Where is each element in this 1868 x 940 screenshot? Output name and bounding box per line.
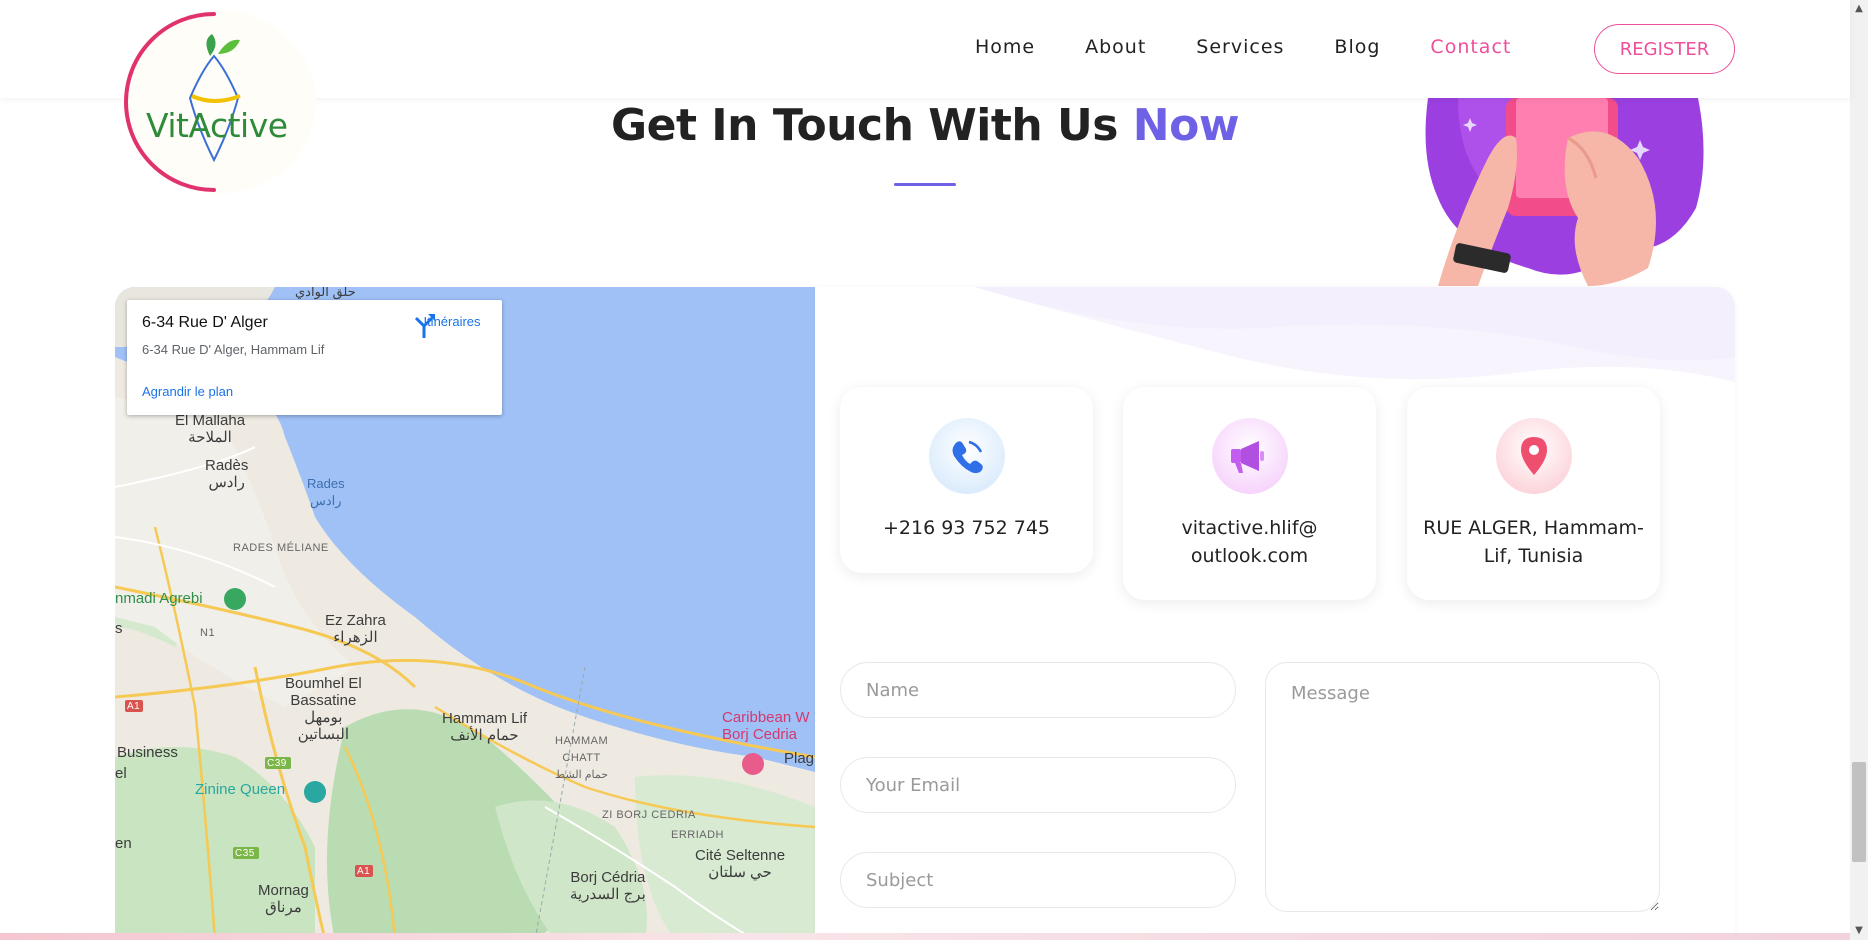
scroll-thumb[interactable] xyxy=(1852,762,1866,862)
panel-wave-decoration xyxy=(815,287,1735,382)
map-label-erriadh: ERRIADH xyxy=(671,829,725,841)
contact-card-phone: +216 93 752 745 xyxy=(840,387,1093,573)
map-label-hammadi-agrebi: nmadi Agrebi xyxy=(115,590,203,607)
contact-panel: +216 93 752 745 vitactive.hlif@ outlook.… xyxy=(815,287,1735,940)
contact-card-email: vitactive.hlif@ outlook.com xyxy=(1123,387,1376,600)
map-label-borj-cedria: Borj Cédria برج السدرية xyxy=(570,869,646,903)
map-label-left-s: s xyxy=(115,620,123,637)
nav-contact[interactable]: Contact xyxy=(1430,36,1511,58)
map-road-c39: C39 xyxy=(267,758,287,769)
map-road-a1: A1 xyxy=(127,701,141,712)
map-info-card: 6-34 Rue D' Alger 6-34 Rue D' Alger, Ham… xyxy=(127,300,502,415)
map-label-top-ar: حلق الوادي xyxy=(295,287,356,299)
map-road-c35: C35 xyxy=(235,848,255,859)
contact-address-text: RUE ALGER, Hammam-Lif, Tunisia xyxy=(1423,517,1644,567)
map-label-rades-meliane: RADES MÉLIANE xyxy=(233,542,329,554)
nav-home[interactable]: Home xyxy=(975,36,1035,58)
phone-hand-illustration xyxy=(1418,98,1708,286)
contact-email-text: vitactive.hlif@ outlook.com xyxy=(1181,517,1318,567)
phone-icon xyxy=(928,418,1005,494)
scroll-down-arrow[interactable]: ▼ xyxy=(1850,922,1868,940)
name-field[interactable] xyxy=(840,662,1236,718)
subject-field[interactable] xyxy=(840,852,1236,908)
message-field[interactable] xyxy=(1265,662,1660,912)
map-label-zi-borj-cedria: ZI BORJ CEDRIA xyxy=(602,809,696,821)
title-underline xyxy=(894,183,956,186)
map-label-left-el: el xyxy=(115,765,127,782)
enlarge-map-link[interactable]: Agrandir le plan xyxy=(142,384,233,399)
directions-icon xyxy=(414,314,435,338)
main-nav: Home About Services Blog Contact xyxy=(975,36,1561,58)
logo-ring-graphic xyxy=(124,12,241,192)
map-label-business: Business xyxy=(117,744,178,761)
contact-phone-text: +216 93 752 745 xyxy=(882,517,1050,539)
page-scrollbar[interactable]: ▲ ▼ xyxy=(1850,0,1868,940)
map-place-address: 6-34 Rue D' Alger, Hammam Lif xyxy=(142,342,325,357)
title-accent: Now xyxy=(1132,100,1240,151)
map-label-caribbean-world: Caribbean W Borj Cedria xyxy=(722,709,810,743)
email-field[interactable] xyxy=(840,757,1236,813)
logo-text: VitActive xyxy=(146,106,288,145)
map-label-hammam-chatt: HAMMAM CHATT حمام الشط xyxy=(555,735,609,781)
directions-button[interactable]: Itinéraires xyxy=(412,312,492,338)
megaphone-icon xyxy=(1211,418,1288,494)
map-label-mornag: Mornag مرناق xyxy=(258,882,309,916)
site-logo[interactable]: VitActive xyxy=(122,10,316,194)
map-label-el-mallaha: El Mallaha الملاحة xyxy=(175,412,246,446)
map-label-left-en: en xyxy=(115,835,132,852)
map-label-zinine-queen: Zinine Queen xyxy=(195,781,286,798)
nav-blog[interactable]: Blog xyxy=(1334,36,1380,58)
scroll-up-arrow[interactable]: ▲ xyxy=(1850,0,1868,18)
map-label-ez-zahra: Ez Zahra الزهراء xyxy=(325,612,386,646)
map-label-plage: Plag xyxy=(784,750,815,767)
map-place-title: 6-34 Rue D' Alger xyxy=(142,314,268,331)
bottom-edge-strip xyxy=(0,933,1850,940)
map-road-a1-south: A1 xyxy=(357,866,371,877)
register-button[interactable]: REGISTER xyxy=(1594,24,1735,74)
location-pin-icon xyxy=(1495,418,1572,494)
map-label-rades: Radès رادس xyxy=(205,457,249,491)
title-main: Get In Touch With Us xyxy=(611,100,1133,151)
nav-about[interactable]: About xyxy=(1085,36,1146,58)
map-label-rades-water: Rades رادس xyxy=(307,476,345,508)
contact-card-address: RUE ALGER, Hammam-Lif, Tunisia xyxy=(1407,387,1660,600)
nav-services[interactable]: Services xyxy=(1196,36,1284,58)
map-label-hammam-lif: Hammam Lif حمام الأنف xyxy=(442,710,528,744)
map-road-n1: N1 xyxy=(200,627,216,639)
map-label-cite-seltenne: Cité Seltenne حي سلتان xyxy=(695,847,786,881)
google-map-embed[interactable]: El Mallaha الملاحة Radès رادس Rades رادس RA… xyxy=(115,287,815,940)
map-label-boumhel: Boumhel El Bassatine بومهل البساتين xyxy=(285,675,362,743)
